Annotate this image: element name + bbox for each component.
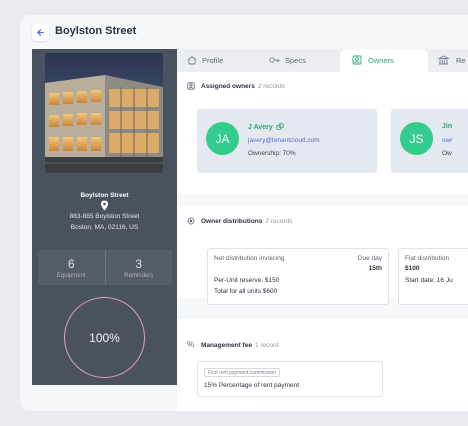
stat-label: Equipment [56,272,86,279]
tab-specs[interactable]: Specs [259,49,340,72]
arrow-left-icon [37,29,44,36]
stat-equipment[interactable]: 6 Equipment [38,250,105,285]
property-sidebar: Boylston Street 883-885 Boylston Street … [32,49,177,385]
record-count: 2 records [265,217,293,225]
due-day-value: 15th [368,265,382,272]
section-title: Management fee [201,341,252,349]
property-name: Boylston Street [80,192,129,199]
record-count: 2 records [257,82,285,90]
owner-ownership: Ownership: 70% [248,150,296,157]
start-date: Start date: 16 Ju [405,277,453,284]
top-bar: Boylston Street [20,15,468,49]
radio-icon [187,217,195,225]
tab-label: Owners [368,56,394,65]
main-content: Profile Specs Owners Re Assigned owners … [177,49,468,411]
owner-card[interactable]: JS Jin owr Ow [391,109,468,173]
owner-icon [187,82,195,90]
location-pin-icon [100,200,109,211]
stat-label: Reminders [124,272,154,279]
avatar: JA [206,122,239,155]
completion-ring: 100% [64,297,145,378]
owner-distributions-section: Owner distributions 2 records Net distri… [177,206,468,305]
address-line-1: 883-885 Boylston Street [69,213,140,220]
stat-reminders[interactable]: 3 Reminders [104,250,173,285]
tab-bar: Profile Specs Owners Re [177,49,468,72]
link-icon [276,123,284,130]
owner-name-text: J Avery [248,123,273,131]
fee-type-chip: First rent payment commission [204,368,281,377]
owner-email[interactable]: owr [442,137,452,144]
owner-email[interactable]: javery@tenantcloud.com [248,137,320,144]
house-icon [187,56,197,65]
page-title: Boylston Street [55,25,137,37]
app-window: Boylston Street Boylston Street 883-885 … [20,15,468,411]
fee-value: 15% Percentage of rent payment [204,382,300,389]
record-count: 1 record [254,341,279,349]
stats-panel: 6 Equipment 3 Reminders [38,250,172,285]
distribution-card[interactable]: Net distribution invoicing Due day 15th … [207,248,389,305]
section-title: Owner distributions [201,217,263,225]
assigned-owners-section: Assigned owners 2 records JA J Avery jav… [177,72,468,195]
stat-value: 3 [135,256,143,271]
owner-icon [352,55,362,65]
stat-value: 6 [67,256,75,271]
back-button[interactable] [32,24,49,41]
building-icon [438,55,449,65]
fee-card[interactable]: First rent payment commission 15% Percen… [197,361,383,397]
section-title: Assigned owners [201,82,255,90]
percent-icon: % [187,340,195,349]
completion-value: 100% [89,330,120,345]
owner-ownership: Ow [442,150,452,157]
avatar: JS [400,122,433,155]
distribution-amount: $100 [405,265,420,272]
tab-owners[interactable]: Owners [340,49,428,72]
section-header: Assigned owners 2 records [187,82,285,90]
distribution-title: Flat distribution [405,255,450,262]
property-photo [45,53,163,173]
total-all-units: Total for all units $600 [214,288,278,295]
management-fee-section: % Management fee 1 record First rent pay… [177,319,468,411]
tab-profile[interactable]: Profile [177,49,259,72]
address-line-2: Boston, MA, 02116, US [70,224,139,231]
owner-name[interactable]: Jin [442,123,452,130]
distribution-title: Net distribution invoicing [214,255,285,262]
tab-label: Re [456,56,466,65]
section-header: % Management fee 1 record [187,341,279,349]
tab-label: Specs [285,56,306,65]
section-header: Owner distributions 2 records [187,217,293,225]
key-icon [269,57,280,63]
owner-name[interactable]: J Avery [248,123,284,131]
distribution-card[interactable]: Flat distribution $100 Start date: 16 Ju [398,248,468,305]
due-day-label: Due day [357,255,382,262]
owner-card[interactable]: JA J Avery javery@tenantcloud.com Owners… [197,109,377,173]
tab-rentals[interactable]: Re [428,49,468,72]
per-unit-reserve: Per-Unit reserve: $150 [214,277,280,284]
tab-label: Profile [202,56,224,65]
